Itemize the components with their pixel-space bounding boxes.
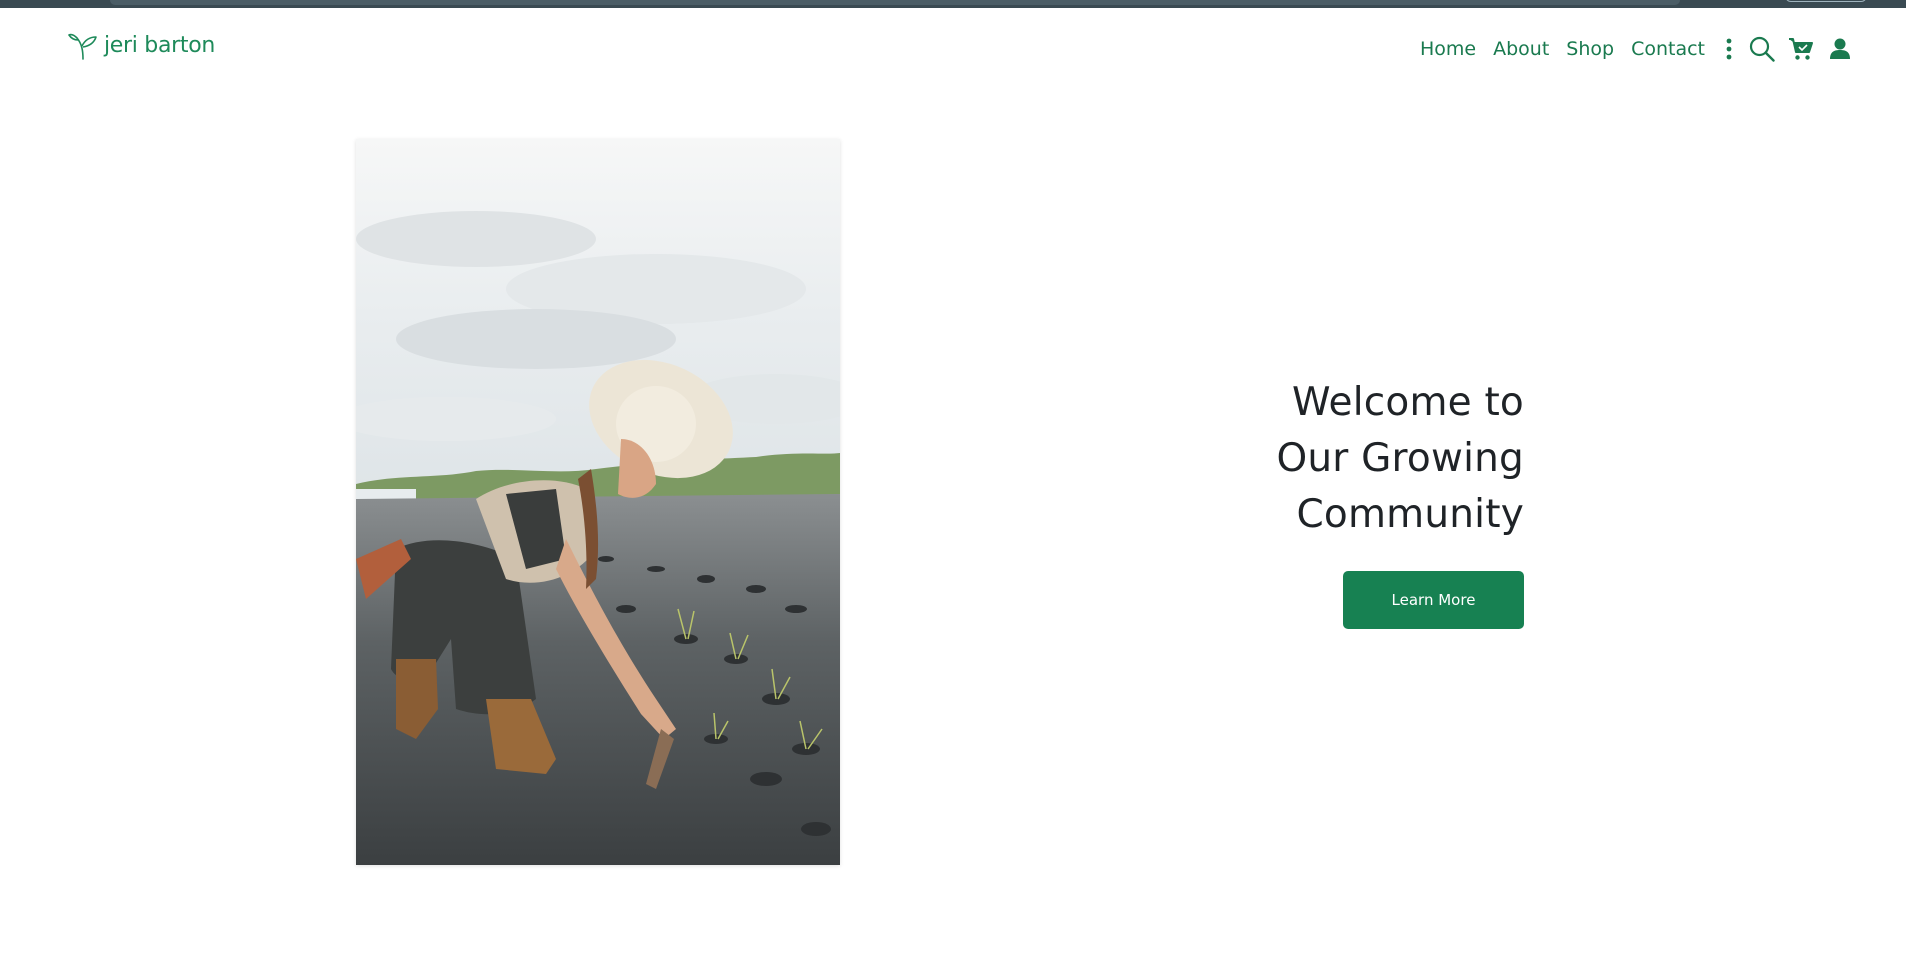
browser-tab-strip [110,0,1680,5]
user-icon[interactable] [1827,35,1853,63]
nav-link-about[interactable]: About [1493,38,1549,60]
hero-text-block: Welcome to Our Growing Community Learn M… [1180,375,1524,629]
browser-top-bar [0,0,1906,8]
nav-link-home[interactable]: Home [1420,38,1476,60]
nav-link-shop[interactable]: Shop [1566,38,1614,60]
hero-title: Welcome to Our Growing Community [1180,375,1524,543]
sprout-icon [68,33,97,60]
more-vertical-icon[interactable] [1722,35,1736,63]
brand-name: jeri barton [104,32,216,58]
hero-image [356,139,840,865]
browser-pill-button[interactable] [1785,0,1867,2]
main-nav: Home About Shop Contact [1420,34,1853,64]
search-icon[interactable] [1749,35,1775,63]
site-header: jeri barton Home About Shop Contact [0,8,1906,86]
hero-title-line-1: Welcome to [1292,380,1524,425]
brand-logo-link[interactable]: jeri barton [68,28,215,62]
hero-title-line-3: Community [1296,492,1524,537]
hero-title-line-2: Our Growing [1276,436,1524,481]
cart-icon[interactable] [1788,35,1814,63]
learn-more-button[interactable]: Learn More [1343,571,1524,629]
nav-link-contact[interactable]: Contact [1631,38,1705,60]
